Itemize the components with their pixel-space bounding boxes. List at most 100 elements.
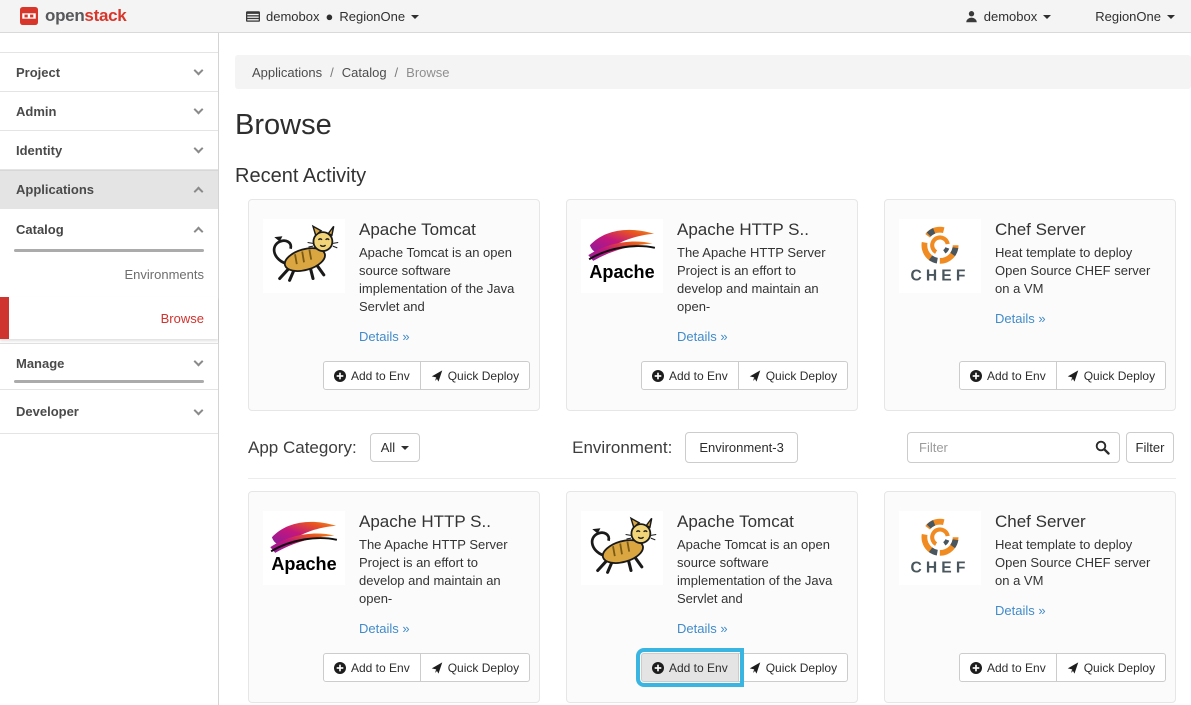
- user-name: demobox: [984, 9, 1037, 24]
- app-category-dropdown[interactable]: All: [370, 433, 420, 462]
- details-link[interactable]: Details »: [359, 329, 410, 344]
- tomcat-logo-icon: [586, 516, 658, 580]
- sidebar-item-label: Manage: [16, 356, 64, 371]
- quick-deploy-label: Quick Deploy: [448, 369, 519, 383]
- svg-text:Apache: Apache: [271, 554, 336, 574]
- chevron-down-icon: [194, 66, 204, 76]
- quick-deploy-label: Quick Deploy: [1084, 661, 1155, 675]
- chevron-down-icon: [1043, 15, 1051, 19]
- svg-text:Apache: Apache: [589, 262, 654, 282]
- context-separator: ●: [325, 9, 333, 24]
- breadcrumb-applications[interactable]: Applications: [252, 65, 322, 80]
- chef-logo-icon: CHEF: [903, 515, 977, 581]
- chevron-down-icon: [1167, 15, 1175, 19]
- breadcrumb-browse: Browse: [406, 65, 449, 80]
- project-table-icon: [246, 11, 260, 22]
- chevron-down-icon: [401, 446, 409, 450]
- environment-button[interactable]: Environment-3: [685, 432, 798, 463]
- chef-logo-icon: CHEF: [903, 223, 977, 289]
- context-project-name: demobox: [266, 9, 319, 24]
- user-icon: [965, 10, 978, 23]
- rocket-icon: [749, 662, 761, 674]
- rocket-icon: [431, 662, 443, 674]
- quick-deploy-button[interactable]: Quick Deploy: [738, 361, 848, 390]
- details-link[interactable]: Details »: [995, 311, 1046, 326]
- openstack-brand[interactable]: openstack: [0, 6, 219, 26]
- page-title: Browse: [235, 109, 1191, 142]
- chevron-down-icon: [194, 105, 204, 115]
- add-to-env-label: Add to Env: [987, 369, 1046, 383]
- details-link[interactable]: Details »: [359, 621, 410, 636]
- sidebar-item-project[interactable]: Project: [0, 53, 218, 92]
- quick-deploy-button[interactable]: Quick Deploy: [420, 361, 530, 390]
- app-card-title: Apache HTTP S..: [359, 511, 523, 533]
- card-actions: Add to Env Quick Deploy: [641, 653, 848, 682]
- filter-search: [907, 432, 1120, 463]
- app-card-description: The Apache HTTP Server Project is an eff…: [359, 536, 523, 608]
- plus-circle-icon: [652, 662, 664, 674]
- card-actions: Add to Env Quick Deploy: [323, 361, 530, 390]
- app-logo-box: [263, 219, 345, 293]
- chevron-up-icon: [194, 226, 204, 236]
- sidebar-item-browse[interactable]: Browse: [0, 297, 218, 339]
- sidebar-item-identity[interactable]: Identity: [0, 131, 218, 170]
- details-link[interactable]: Details »: [995, 603, 1046, 618]
- app-category-label: App Category:: [248, 438, 357, 458]
- add-to-env-button[interactable]: Add to Env: [959, 361, 1057, 390]
- quick-deploy-button[interactable]: Quick Deploy: [1056, 653, 1166, 682]
- add-to-env-button-highlighted[interactable]: Add to Env: [641, 653, 739, 682]
- add-to-env-button[interactable]: Add to Env: [641, 361, 739, 390]
- quick-deploy-button[interactable]: Quick Deploy: [420, 653, 530, 682]
- add-to-env-label: Add to Env: [669, 369, 728, 383]
- tomcat-logo-icon: [268, 224, 340, 288]
- rocket-icon: [749, 370, 761, 382]
- user-menu[interactable]: demobox: [965, 9, 1051, 24]
- sidebar-item-developer[interactable]: Developer: [0, 390, 218, 434]
- sidebar-item-manage[interactable]: Manage: [0, 346, 218, 380]
- add-to-env-button[interactable]: Add to Env: [323, 361, 421, 390]
- sidebar: Project Admin Identity Applications Cata…: [0, 33, 219, 705]
- add-to-env-label: Add to Env: [351, 661, 410, 675]
- details-link[interactable]: Details »: [677, 621, 728, 636]
- quick-deploy-button[interactable]: Quick Deploy: [738, 653, 848, 682]
- add-to-env-button[interactable]: Add to Env: [323, 653, 421, 682]
- svg-text:CHEF: CHEF: [911, 268, 970, 285]
- sidebar-item-environments[interactable]: Environments: [0, 252, 218, 297]
- app-card-title: Apache HTTP S..: [677, 219, 841, 241]
- sidebar-top-strip: [0, 33, 218, 53]
- svg-text:CHEF: CHEF: [911, 560, 970, 577]
- sidebar-item-label: Project: [16, 65, 60, 80]
- top-navbar: openstack demobox ● RegionOne demobox Re…: [0, 0, 1191, 33]
- add-to-env-button[interactable]: Add to Env: [959, 653, 1057, 682]
- filter-button[interactable]: Filter: [1126, 432, 1174, 463]
- app-card-title: Apache Tomcat: [677, 511, 841, 533]
- app-card-description: The Apache HTTP Server Project is an eff…: [677, 244, 841, 316]
- rocket-icon: [1067, 370, 1079, 382]
- filter-input[interactable]: [907, 432, 1120, 463]
- apache-logo-icon: Apache: [267, 515, 341, 581]
- app-category-value: All: [381, 440, 395, 455]
- context-region-name: RegionOne: [339, 9, 405, 24]
- project-region-switcher[interactable]: demobox ● RegionOne: [246, 9, 419, 24]
- quick-deploy-button[interactable]: Quick Deploy: [1056, 361, 1166, 390]
- quick-deploy-label: Quick Deploy: [766, 661, 837, 675]
- breadcrumb-catalog[interactable]: Catalog: [342, 65, 387, 80]
- sidebar-item-catalog[interactable]: Catalog: [0, 209, 218, 249]
- region-menu[interactable]: RegionOne: [1095, 9, 1175, 24]
- details-link[interactable]: Details »: [677, 329, 728, 344]
- sidebar-item-admin[interactable]: Admin: [0, 92, 218, 131]
- app-card-description: Heat template to deploy Open Source CHEF…: [995, 536, 1159, 590]
- card-actions: Add to Env Quick Deploy: [959, 653, 1166, 682]
- app-logo-box: CHEF: [899, 511, 981, 585]
- card-actions: Add to Env Quick Deploy: [959, 361, 1166, 390]
- sidebar-item-label: Catalog: [16, 222, 64, 237]
- search-icon[interactable]: [1095, 440, 1110, 455]
- plus-circle-icon: [334, 370, 346, 382]
- environment-label: Environment:: [572, 438, 672, 458]
- section-divider: [248, 478, 1176, 479]
- app-card-title: Apache Tomcat: [359, 219, 523, 241]
- sidebar-group-separator: [0, 339, 218, 344]
- chevron-up-icon: [194, 187, 204, 197]
- app-card-apache-http: Apache Apache HTTP S.. The Apache HTTP S…: [566, 199, 858, 411]
- sidebar-item-applications[interactable]: Applications: [0, 170, 218, 209]
